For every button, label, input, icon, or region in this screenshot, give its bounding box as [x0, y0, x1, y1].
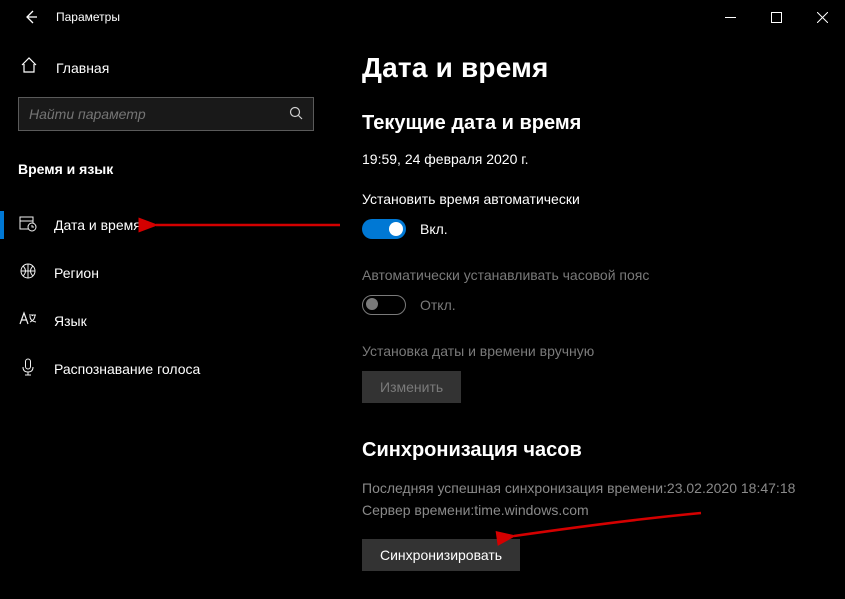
main-pane: Дата и время Текущие дата и время 19:59,… [330, 34, 845, 599]
auto-time-state: Вкл. [420, 221, 448, 237]
sidebar-item-label: Язык [54, 313, 87, 329]
sync-server: Сервер времени:time.windows.com [362, 500, 821, 522]
sidebar-item-label: Регион [54, 265, 99, 281]
sync-info: Последняя успешная синхронизация времени… [362, 478, 821, 521]
sidebar-item-home[interactable]: Главная [18, 46, 314, 89]
arrow-left-icon [24, 10, 38, 24]
auto-timezone-state: Откл. [420, 297, 456, 313]
sync-now-button[interactable]: Синхронизировать [362, 539, 520, 571]
search-box[interactable] [18, 97, 314, 131]
auto-time-label: Установить время автоматически [362, 191, 821, 207]
auto-time-toggle[interactable] [362, 219, 406, 239]
sidebar-item-speech[interactable]: Распознавание голоса [0, 345, 314, 393]
sync-last-success: Последняя успешная синхронизация времени… [362, 478, 821, 500]
maximize-icon [771, 12, 782, 23]
language-icon [18, 311, 38, 331]
sidebar-item-label: Распознавание голоса [54, 361, 200, 377]
sidebar-item-region[interactable]: Регион [0, 249, 314, 297]
current-datetime-value: 19:59, 24 февраля 2020 г. [362, 151, 821, 167]
maximize-button[interactable] [753, 0, 799, 34]
manual-set-label: Установка даты и времени вручную [362, 343, 821, 359]
sync-heading: Синхронизация часов [362, 439, 821, 462]
sidebar-item-language[interactable]: Язык [0, 297, 314, 345]
window-title: Параметры [50, 10, 120, 24]
sidebar-nav: Дата и время Регион Язык Распознавание г… [0, 201, 314, 393]
close-icon [817, 12, 828, 23]
change-button[interactable]: Изменить [362, 371, 461, 403]
home-icon [20, 56, 38, 79]
auto-timezone-label: Автоматически устанавливать часовой пояс [362, 267, 821, 283]
sidebar-home-label: Главная [56, 60, 109, 76]
current-datetime-heading: Текущие дата и время [362, 112, 821, 135]
sidebar-item-label: Дата и время [54, 217, 141, 233]
search-input[interactable] [29, 106, 289, 122]
calendar-clock-icon [18, 214, 38, 236]
minimize-button[interactable] [707, 0, 753, 34]
microphone-icon [18, 358, 38, 380]
titlebar: Параметры [0, 0, 845, 34]
sidebar-section-heading: Время и язык [18, 161, 314, 177]
sidebar: Главная Время и язык Дата и время Регион [0, 34, 330, 599]
auto-timezone-toggle[interactable] [362, 295, 406, 315]
back-button[interactable] [12, 0, 50, 34]
search-icon [289, 106, 303, 123]
close-button[interactable] [799, 0, 845, 34]
window-controls [707, 0, 845, 34]
sidebar-item-date-time[interactable]: Дата и время [0, 201, 314, 249]
globe-icon [18, 262, 38, 284]
minimize-icon [725, 12, 736, 23]
page-title: Дата и время [362, 52, 821, 84]
